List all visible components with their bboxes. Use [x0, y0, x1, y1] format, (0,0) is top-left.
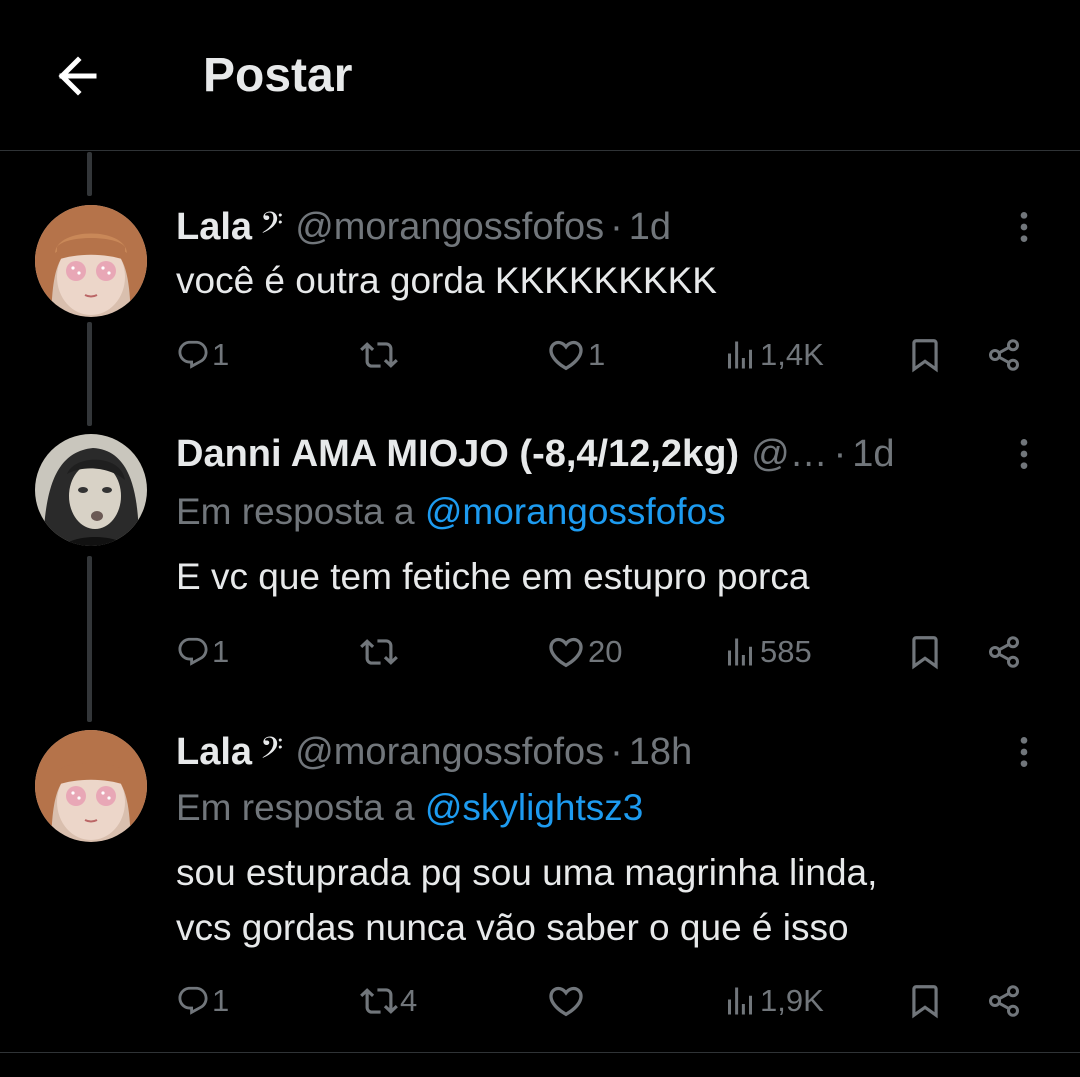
avatar[interactable]	[35, 730, 147, 842]
repost-button[interactable]: 4	[360, 976, 417, 1026]
repost-icon	[360, 988, 398, 1014]
views-count: 585	[760, 634, 812, 669]
display-name[interactable]: Lala	[176, 206, 252, 249]
username[interactable]: @morangossfofos	[295, 731, 604, 774]
back-arrow-icon[interactable]	[48, 44, 112, 108]
bookmark-button[interactable]	[906, 627, 944, 677]
reply-button[interactable]: 1	[176, 330, 229, 380]
display-name[interactable]: Lala	[176, 731, 252, 774]
divider	[0, 1052, 1080, 1053]
reply-icon	[178, 637, 208, 666]
thread-line	[87, 152, 92, 196]
thread-line	[87, 322, 92, 426]
more-icon[interactable]	[1004, 201, 1044, 253]
reply-button[interactable]: 1	[176, 627, 229, 677]
tweet-actions: 1 20 585	[176, 627, 1036, 677]
views-icon	[728, 987, 752, 1015]
heart-icon	[549, 637, 583, 668]
tweet-text-line: sou estuprada pq sou uma magrinha linda,	[176, 852, 878, 893]
bookmark-button[interactable]	[906, 976, 944, 1026]
repost-button[interactable]	[360, 627, 400, 677]
reply-count: 1	[212, 983, 230, 1018]
repost-icon	[360, 639, 398, 665]
heart-icon	[549, 340, 583, 371]
reply-icon	[178, 340, 208, 369]
like-button[interactable]: 20	[546, 627, 622, 677]
like-button[interactable]: 1	[546, 330, 605, 380]
tweet-actions: 1 1 1,4K	[176, 330, 1036, 380]
views-icon	[728, 638, 752, 666]
views-button[interactable]: 1,9K	[722, 976, 824, 1026]
separator-dot: ·	[610, 730, 623, 773]
views-count: 1,9K	[760, 983, 824, 1018]
mention-link[interactable]: @morangossfofos	[425, 491, 726, 532]
bookmark-button[interactable]	[906, 330, 944, 380]
separator-dot: ·	[833, 432, 847, 475]
thread-line	[87, 556, 92, 722]
username[interactable]: @morangossfofos	[295, 206, 604, 249]
timestamp[interactable]: 1d	[852, 433, 894, 476]
timestamp[interactable]: 1d	[629, 206, 671, 249]
timestamp[interactable]: 18h	[629, 731, 692, 774]
mention-link[interactable]: @skylightsz3	[425, 787, 644, 828]
reply-prefix: Em resposta a	[176, 787, 425, 828]
reply-button[interactable]: 1	[176, 976, 229, 1026]
display-name[interactable]: Danni AMA MIOJO (-8,4/12,2kg)	[176, 433, 739, 476]
heart-icon	[549, 986, 583, 1017]
bookmark-icon	[912, 636, 938, 670]
share-icon	[989, 985, 1019, 1017]
reply-context: Em resposta a @morangossfofos	[176, 486, 726, 538]
page-title: Postar	[203, 49, 353, 102]
music-note-icon: 𝄢	[260, 205, 284, 247]
reply-prefix: Em resposta a	[176, 491, 425, 532]
reply-count: 1	[212, 634, 230, 669]
share-icon	[989, 339, 1019, 371]
repost-button[interactable]	[360, 330, 400, 380]
more-icon[interactable]	[1004, 726, 1044, 778]
more-icon[interactable]	[1004, 428, 1044, 480]
repost-count: 4	[400, 983, 418, 1018]
username[interactable]: @…	[751, 433, 828, 476]
repost-icon	[360, 342, 398, 368]
like-count: 20	[588, 634, 623, 669]
like-button[interactable]	[546, 976, 588, 1026]
separator-dot: ·	[610, 205, 623, 248]
views-count: 1,4K	[760, 337, 824, 372]
views-icon	[728, 341, 752, 369]
avatar[interactable]	[35, 434, 147, 546]
share-button[interactable]	[986, 976, 1022, 1026]
tweet-actions: 1 4 1,9K	[176, 976, 1036, 1026]
views-button[interactable]: 585	[722, 627, 812, 677]
views-button[interactable]: 1,4K	[722, 330, 824, 380]
tweet-text: você é outra gorda KKKKKKKKK	[176, 260, 717, 301]
top-bar: Postar	[0, 0, 1080, 151]
share-button[interactable]	[986, 330, 1022, 380]
reply-count: 1	[212, 337, 230, 372]
bookmark-icon	[912, 985, 938, 1019]
tweet-text: E vc que tem fetiche em estupro porca	[176, 556, 810, 597]
tweet-header: Danni AMA MIOJO (-8,4/12,2kg) @… · 1d	[176, 428, 895, 480]
tweet-header: Lala 𝄢 @morangossfofos · 18h	[176, 726, 692, 778]
music-note-icon: 𝄢	[260, 730, 284, 772]
tweet-header: Lala 𝄢 @morangossfofos · 1d	[176, 201, 671, 253]
avatar[interactable]	[35, 205, 147, 317]
reply-icon	[178, 986, 208, 1015]
tweet-text-line: vcs gordas nunca vão saber o que é isso	[176, 907, 849, 948]
reply-context: Em resposta a @skylightsz3	[176, 782, 643, 834]
bookmark-icon	[912, 339, 938, 373]
share-icon	[989, 636, 1019, 668]
like-count: 1	[588, 337, 606, 372]
share-button[interactable]	[986, 627, 1022, 677]
